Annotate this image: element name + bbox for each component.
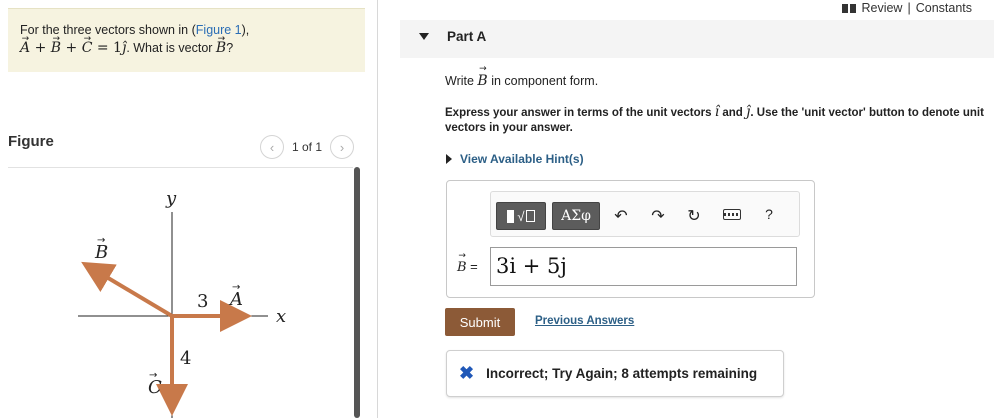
question-mark: ? (226, 41, 234, 55)
reset-icon[interactable]: ↻ (684, 206, 704, 226)
vector-b-symbol: B (216, 39, 226, 57)
answer-panel: √ ΑΣφ ↶ ↷ ↻ ? B = 3i + 5j (446, 180, 815, 298)
question-line-1: For the three vectors shown in (Figure 1… (20, 21, 353, 39)
chevron-right-icon[interactable]: › (330, 135, 355, 159)
link-separator: | (907, 1, 911, 15)
feedback-text: Incorrect; Try Again; 8 attempts remaini… (486, 366, 758, 381)
a-length-label: 3 (197, 291, 208, 312)
caret-right-icon (446, 154, 452, 164)
hints-label: View Available Hint(s) (460, 152, 584, 166)
vector-b-symbol: B (51, 39, 61, 57)
figure-title: Figure (8, 133, 54, 150)
vector-diagram: y x B → A → 3 4 C → (78, 188, 286, 418)
equals-value: = 1 (92, 40, 122, 56)
figure-scrollbar[interactable] (354, 167, 360, 418)
y-axis-label: y (165, 188, 177, 209)
question-equation: A + B + C = 1ĵ. What is vector B? (20, 39, 353, 57)
answer-label: B = (457, 259, 478, 275)
mastering-physics-page: For the three vectors shown in ( Figure 1… (0, 0, 994, 418)
constants-link[interactable]: Constants (916, 1, 972, 15)
vector-a-arrow-mark: → (232, 282, 240, 293)
view-hints-toggle[interactable]: View Available Hint(s) (446, 152, 584, 166)
plus-sign: + (30, 40, 51, 56)
c-length-label: 4 (180, 348, 191, 369)
express-instruction: Express your answer in terms of the unit… (445, 105, 993, 136)
question-text: For the three vectors shown in ( (20, 23, 196, 37)
part-a-header[interactable]: Part A (400, 20, 994, 58)
part-title: Part A (447, 29, 487, 44)
x-axis-label: x (276, 306, 286, 327)
panel-divider (377, 0, 378, 418)
write-instruction: Write B in component form. (445, 73, 598, 89)
x-icon: ✖ (459, 363, 475, 383)
question-text-end: ), (241, 23, 250, 37)
keyboard-icon[interactable] (722, 206, 742, 225)
pager-text: 1 of 1 (292, 140, 323, 154)
submit-button[interactable]: Submit (445, 308, 515, 336)
book-icon (842, 3, 857, 13)
redo-icon[interactable]: ↷ (648, 206, 668, 226)
greek-symbols-button[interactable]: ΑΣφ (552, 202, 600, 230)
previous-answers-link[interactable]: Previous Answers (535, 315, 634, 327)
feedback-message: ✖ Incorrect; Try Again; 8 attempts remai… (446, 350, 784, 397)
math-toolbar: √ ΑΣφ ↶ ↷ ↻ ? (490, 191, 800, 237)
vector-b-arrow-mark: → (97, 235, 105, 246)
vector-a-symbol: A (20, 39, 30, 57)
question-ask: . What is vector (126, 41, 216, 55)
answer-input[interactable]: 3i + 5j (490, 247, 797, 286)
review-constants-links: Review | Constants (842, 1, 972, 15)
question-prompt: For the three vectors shown in (Figure 1… (8, 8, 365, 72)
figure-pager: ‹ 1 of 1 › (260, 135, 355, 159)
write-prefix: Write (445, 74, 478, 88)
vector-c-arrow-mark: → (149, 370, 157, 381)
undo-icon[interactable]: ↶ (611, 206, 631, 226)
chevron-left-icon[interactable]: ‹ (260, 135, 284, 159)
express-and: and (719, 107, 747, 119)
help-button[interactable]: ? (759, 206, 779, 222)
vector-b-symbol: B (457, 260, 467, 275)
answer-equals: = (466, 259, 478, 274)
plus-sign: + (61, 40, 82, 56)
vector-c-symbol: C (82, 39, 93, 57)
templates-icon[interactable]: √ (496, 202, 546, 230)
vector-b-symbol: B (477, 73, 487, 89)
vector-b-arrow (81, 261, 174, 318)
write-suffix: in component form. (487, 74, 599, 88)
caret-down-icon (419, 33, 429, 40)
express-text: Express your answer in terms of the unit… (445, 107, 715, 119)
review-link[interactable]: Review (861, 1, 902, 15)
